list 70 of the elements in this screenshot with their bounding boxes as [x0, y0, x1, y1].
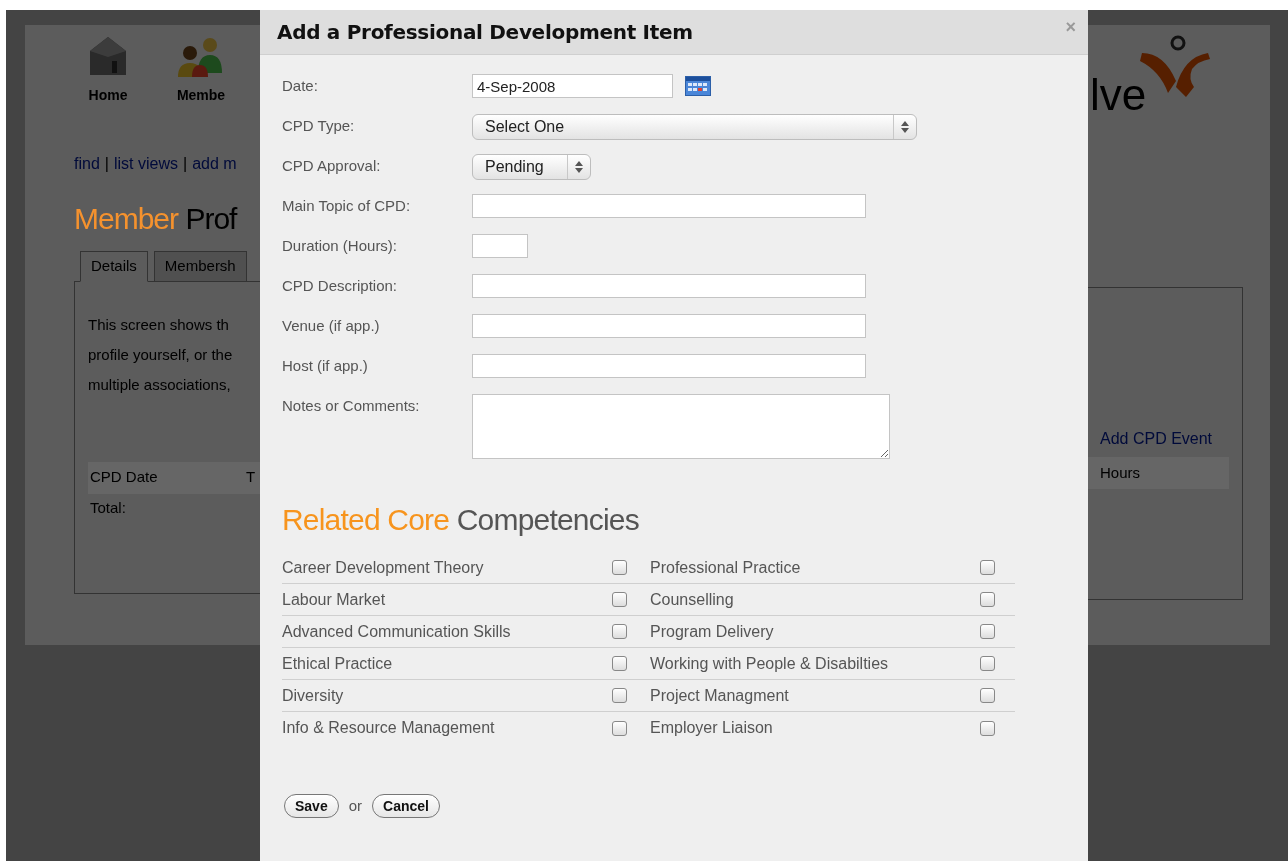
field-label: CPD Approval: [282, 156, 382, 176]
field-label: Notes or Comments: [282, 396, 421, 416]
field-label: Duration (Hours): [282, 236, 399, 256]
competency-label: Labour Market [282, 589, 386, 610]
competency-label: Career Development Theory [282, 557, 484, 578]
checkbox[interactable] [980, 656, 995, 671]
checkbox[interactable] [980, 592, 995, 607]
field-label: Main Topic of CPD: [282, 196, 412, 216]
nav-label[interactable]: Membe [176, 85, 226, 106]
add-cpd-link[interactable]: Add CPD Event [1088, 427, 1242, 451]
link-separator: | [182, 154, 188, 174]
checkbox[interactable] [612, 624, 627, 639]
close-button[interactable]: × [1065, 14, 1076, 41]
checkbox[interactable] [980, 560, 995, 575]
field-label: CPD Description: [282, 276, 399, 296]
logo-text: lve [1090, 73, 1147, 117]
checkbox[interactable] [980, 624, 995, 639]
checkbox[interactable] [612, 688, 627, 703]
competency-label: Working with People & Disabilties [650, 653, 889, 674]
link-separator: | [104, 154, 109, 174]
page-tab[interactable]: Membersh [153, 251, 247, 282]
text-field[interactable] [472, 314, 866, 338]
competency-label: Program Delivery [650, 621, 774, 642]
page-title: Member Prof [74, 202, 237, 235]
calendar-icon[interactable] [685, 76, 711, 96]
column-header: Hours [1099, 462, 1140, 483]
date-field[interactable]: 4-Sep-2008 [472, 74, 673, 98]
competency-label: Info & Resource Management [282, 718, 495, 738]
text-field[interactable] [472, 274, 866, 298]
total-label: Total: [89, 497, 127, 518]
save-button[interactable]: Save [284, 794, 339, 818]
field-label: Host (if app.) [282, 356, 369, 376]
column-header: T [246, 467, 256, 488]
up-down-arrows-icon [575, 161, 583, 173]
page-tab[interactable]: Details [80, 251, 148, 282]
competency-label: Professional Practice [650, 557, 801, 578]
up-down-arrows-icon [901, 121, 909, 133]
field-label: Date: [282, 76, 319, 96]
page-link[interactable]: add m [192, 152, 237, 176]
intro-text: This screen shows th [88, 314, 230, 335]
checkbox[interactable] [980, 688, 995, 703]
checkbox[interactable] [612, 656, 627, 671]
page-link[interactable]: list views [113, 152, 178, 176]
intro-text: profile yourself, or the [88, 344, 234, 365]
cancel-button[interactable]: Cancel [372, 794, 440, 818]
section-heading: Related Core Competencies [282, 503, 639, 536]
select-field[interactable]: Pending [472, 154, 591, 180]
competency-label: Project Managment [650, 685, 789, 706]
hours-field[interactable] [472, 234, 528, 258]
page-link[interactable]: find [74, 152, 100, 176]
nav-label[interactable]: Home [88, 85, 128, 106]
text-field[interactable] [472, 354, 866, 378]
competency-label: Employer Liaison [650, 718, 773, 738]
notes-field[interactable] [472, 394, 890, 459]
or-text: or [348, 795, 363, 816]
competency-label: Advanced Communication Skills [282, 621, 511, 642]
column-header: CPD Date [89, 467, 159, 488]
checkbox[interactable] [612, 592, 627, 607]
field-label: Venue (if app.) [282, 316, 381, 336]
checkbox[interactable] [612, 560, 627, 575]
dialog-title: Add a Professional Development Item [277, 19, 693, 46]
checkbox[interactable] [612, 720, 627, 736]
text-field[interactable] [472, 194, 866, 218]
intro-text: multiple associations, [88, 374, 232, 395]
select-field[interactable]: Select One [472, 114, 917, 140]
competency-label: Diversity [282, 685, 344, 706]
competency-label: Counselling [650, 589, 734, 610]
checkbox[interactable] [980, 720, 995, 736]
competency-label: Ethical Practice [282, 653, 393, 674]
field-label: CPD Type: [282, 116, 356, 136]
